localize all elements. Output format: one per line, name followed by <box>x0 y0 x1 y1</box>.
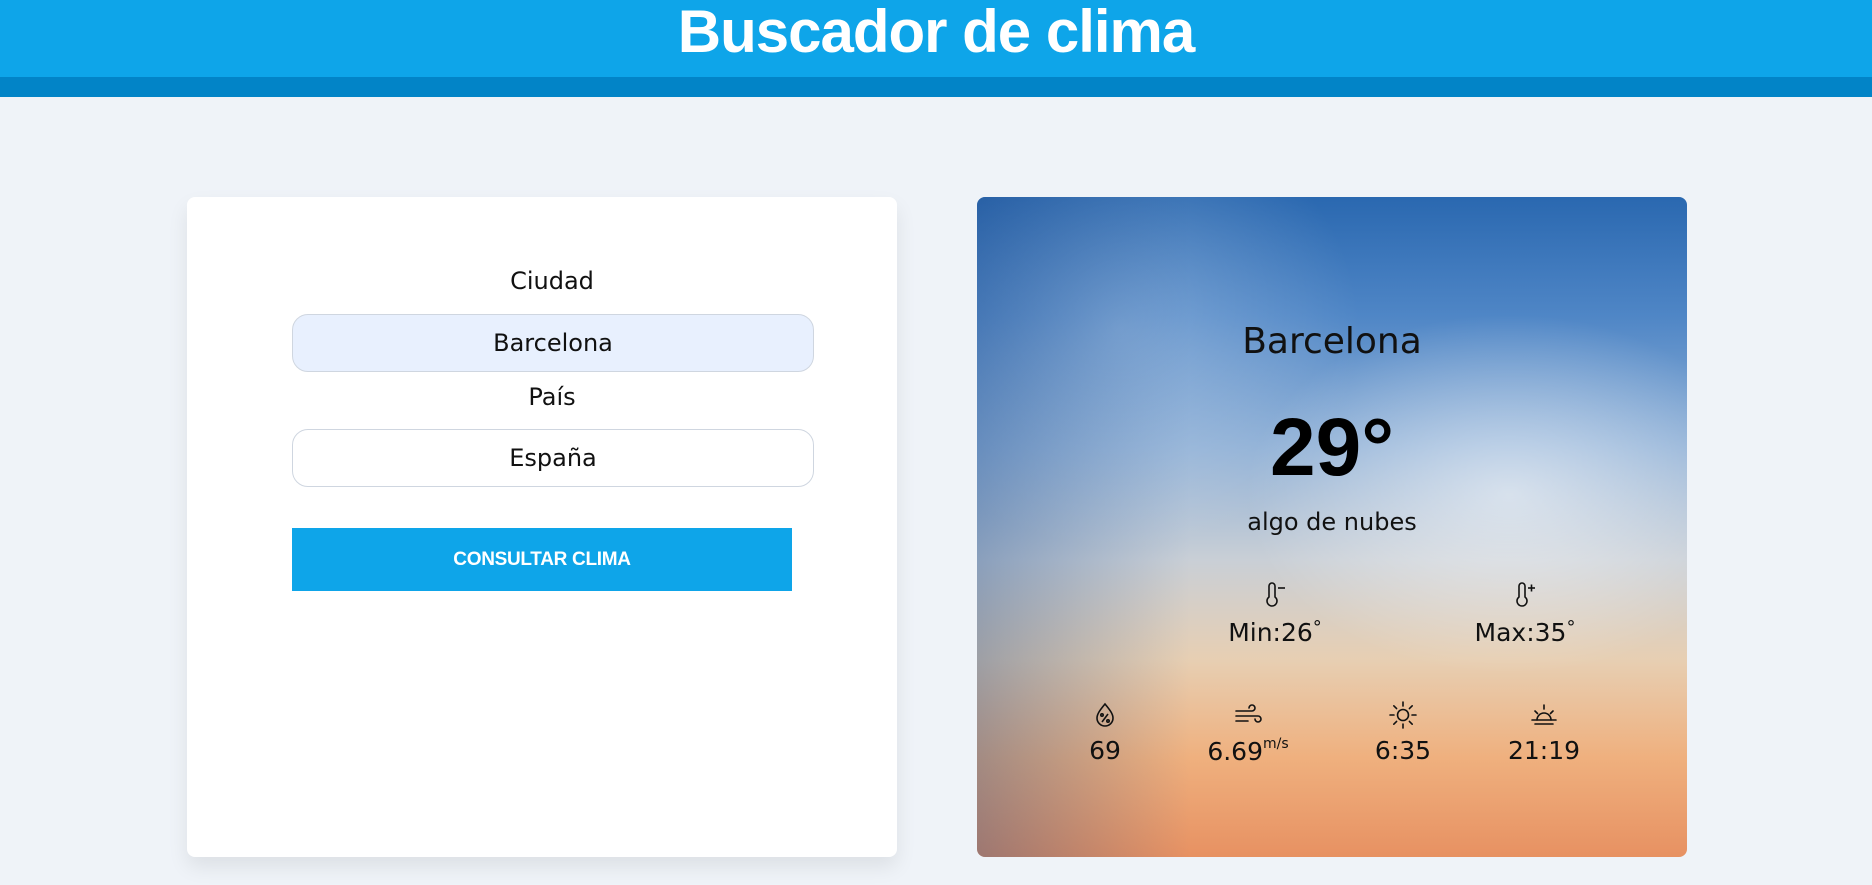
weather-result-card: Barcelona 29° algo de nubes Min:26° Max:… <box>977 197 1687 857</box>
thermometer-minus-icon <box>1205 581 1345 611</box>
search-form: Ciudad País CONSULTAR CLIMA <box>187 197 897 857</box>
thermometer-plus-icon <box>1455 581 1595 611</box>
country-input[interactable] <box>292 429 814 487</box>
temp-max-stat: Max:35° <box>1455 581 1595 647</box>
wind-value: 6.69 <box>1207 737 1263 766</box>
sunrise-stat: 6:35 <box>1333 700 1473 765</box>
consult-weather-button[interactable]: CONSULTAR CLIMA <box>292 528 792 591</box>
weather-temperature: 29° <box>1269 402 1394 493</box>
sunset-icon <box>1474 700 1614 730</box>
wind-icon <box>1178 700 1318 730</box>
sunset-value: 21:19 <box>1507 736 1581 765</box>
page-title: Buscador de clima <box>677 0 1196 65</box>
droplet-percent-icon <box>1035 700 1175 730</box>
humidity-value: 69 <box>1089 736 1121 765</box>
sun-icon <box>1333 700 1473 730</box>
humidity-stat: 69 <box>1035 700 1175 765</box>
temp-min-stat: Min:26° <box>1205 581 1345 647</box>
wind-stat: 6.69m/s <box>1178 700 1318 766</box>
app-header: Buscador de clima <box>0 0 1872 97</box>
temp-min-value: Min:26 <box>1228 618 1313 647</box>
weather-city: Barcelona <box>1242 321 1422 362</box>
wind-unit: m/s <box>1263 736 1289 752</box>
temp-max-degree: ° <box>1566 617 1576 638</box>
country-label: País <box>528 383 576 411</box>
temp-max-value: Max:35 <box>1474 618 1567 647</box>
sunrise-value: 6:35 <box>1374 736 1432 765</box>
sunset-stat: 21:19 <box>1474 700 1614 765</box>
city-label: Ciudad <box>510 267 594 295</box>
city-input[interactable] <box>292 314 814 372</box>
weather-description: algo de nubes <box>1247 508 1417 536</box>
temp-min-degree: ° <box>1312 617 1322 638</box>
